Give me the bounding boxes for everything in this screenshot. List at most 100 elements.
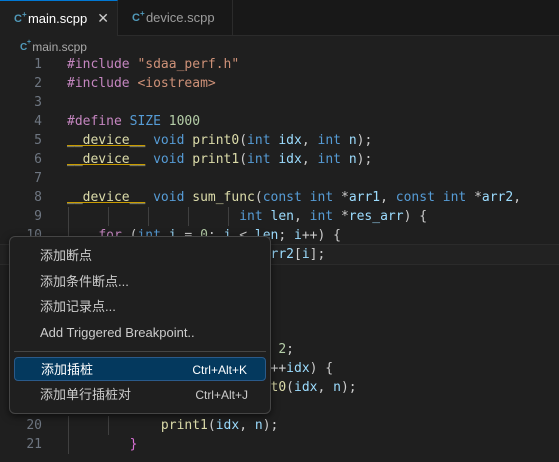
code-line[interactable]: 9 int len, int *res_arr) { [0,207,559,226]
code-token: , [513,190,522,205]
line-number[interactable]: 2 [0,74,42,93]
code-line[interactable]: 6 __device__ void print1(int idx, int n); [0,150,559,169]
code-token: idx [294,380,318,395]
code-token: n [348,133,357,148]
context-menu: 添加断点添加条件断点... 添加记录点... Add Triggered Break… [9,236,271,414]
tab-label: main.scpp [27,11,88,26]
line-number[interactable]: 6 [0,150,42,169]
code-token: const [395,190,443,205]
code-token: i [294,228,302,243]
code-token: , [380,190,396,205]
code-text: #define SIZE 1000 [67,112,200,131]
menu-item[interactable]: 添加单行插桩对 Ctrl+Alt+J [14,383,266,407]
code-token: 2 [278,342,287,357]
menu-item-label: 添加断点 [40,248,93,263]
code-text: __device__ void print1(int idx, int n); [67,150,372,169]
code-line[interactable]: 3 [0,93,559,112]
code-token: SIZE [129,114,169,129]
code-token: ) { [309,361,334,376]
code-token: idx [286,361,310,376]
code-token: n [254,418,263,433]
menu-item[interactable]: Add Triggered Breakpoint.. [14,321,266,345]
menu-item-label: 添加单行插桩对 [40,386,132,402]
code-line[interactable]: 20 print1(idx, n); [0,416,559,435]
code-line[interactable]: 8 __device__ void sum_func( const int * arr… [0,188,559,207]
code-token: __device__ [67,190,146,205]
code-token: , [317,380,334,395]
line-number[interactable]: 7 [0,169,42,188]
code-token: int [309,209,341,224]
line-number[interactable]: 9 [0,207,42,226]
menu-item[interactable]: 添加断点 [14,244,266,268]
code-token: idx [278,152,302,167]
code-token: , [301,133,318,148]
code-token: arr1 [348,190,381,205]
code-line[interactable]: 21 } [0,435,559,454]
code-text: int len, int *res_arr) { [67,207,427,226]
line-number[interactable]: 3 [0,93,42,112]
line-number[interactable]: 5 [0,131,42,150]
code-token: print1 [192,152,240,167]
line-number[interactable]: 8 [0,188,42,207]
breadcrumb-file[interactable]: main.scpp [32,40,87,54]
line-number[interactable]: 20 [0,416,42,435]
code-line[interactable]: 7 [0,169,559,188]
menu-item[interactable]: 添加记录点... [14,295,266,319]
code-token: ) { [403,209,428,224]
code-token: ); [340,380,357,395]
code-token: <iostream> [137,76,216,91]
line-number[interactable]: 4 [0,112,42,131]
code-token: ( [254,190,263,205]
code-text: } [67,435,138,454]
code-token: 1000 [168,114,201,129]
code-text: __device__ void print0(int idx, int n); [67,131,372,150]
code-line[interactable]: 2 #include <iostream> [0,74,559,93]
menu-item-label: Add Triggered Breakpoint.. [40,324,195,340]
code-token: int [239,209,271,224]
code-line[interactable]: 1 #include "sdaa_perf.h" [0,55,559,74]
code-text: __device__ void sum_func( const int * arr1… [67,188,521,207]
code-token: len [270,209,294,224]
menu-separator [14,351,266,352]
line-number[interactable]: 1 [0,55,42,74]
code-token: print1 [160,418,208,433]
code-line[interactable]: 4 #define SIZE 1000 [0,112,559,131]
code-token: * [340,209,349,224]
menu-item[interactable]: 添加插桩 Ctrl+Alt+K [14,357,266,381]
tab-bar: C + main.scpp ✕ C + device.scpp [0,0,559,36]
code-token: * [474,190,482,205]
code-token: void [153,152,193,167]
code-token: idx [215,418,240,433]
code-token: void [153,190,193,205]
code-token: int [247,133,279,148]
code-token: #define [67,114,130,129]
menu-item-label: 添加条件断点... [40,273,129,289]
tab-label: device.scpp [145,10,215,25]
code-token: i [301,247,310,262]
menu-item-shortcut: Ctrl+Alt+K [192,363,247,377]
menu-item[interactable]: 添加条件断点... [14,270,266,294]
code-token: #include [67,76,138,91]
code-token: } [129,437,138,452]
code-line[interactable]: 5 __device__ void print0(int idx, int n); [0,131,559,150]
code-text: #include "sdaa_perf.h" [67,55,239,74]
code-token: sum_func [192,190,255,205]
tab-device-scpp[interactable]: C + device.scpp [118,0,233,35]
menu-item-shortcut: Ctrl+Alt+J [195,387,248,402]
cpp-file-icon: C + [132,8,145,24]
code-token: int [309,190,341,205]
code-token: ); [356,152,373,167]
close-icon[interactable]: ✕ [97,10,109,27]
code-token: n [333,380,341,395]
code-token: [ [294,247,302,262]
code-token: "sdaa_perf.h" [137,57,240,72]
menu-item-label: 添加插桩 [41,362,94,377]
code-token: ; [278,228,295,243]
line-number[interactable]: 21 [0,435,42,454]
tab-main-scpp[interactable]: C + main.scpp ✕ [0,0,118,36]
code-token: ( [239,152,248,167]
code-token: ); [262,418,279,433]
